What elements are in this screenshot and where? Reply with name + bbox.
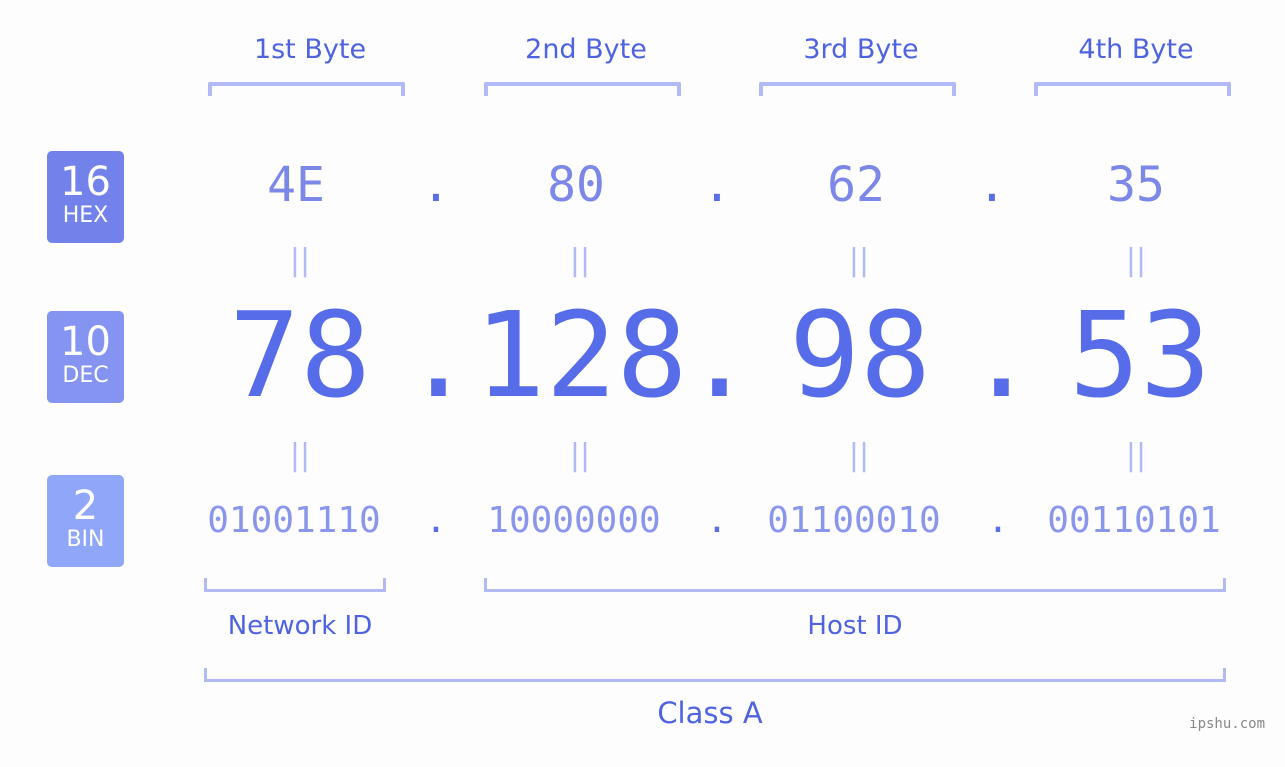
byte-bracket-2 xyxy=(484,82,681,96)
hex-separator-2: . xyxy=(702,157,732,213)
equals-icon: || xyxy=(1125,243,1147,278)
dec-value-3: 98 xyxy=(788,286,932,424)
dec-badge-number: 10 xyxy=(60,319,111,365)
bin-value-3: 01100010 xyxy=(767,500,941,541)
bin-value-2: 10000000 xyxy=(487,500,661,541)
byte-label-2: 2nd Byte xyxy=(525,34,647,65)
host-id-label: Host ID xyxy=(807,611,903,641)
dec-value-2: 128 xyxy=(474,286,688,424)
equals-icon: || xyxy=(569,438,591,473)
class-label: Class A xyxy=(657,696,763,730)
equals-icon: || xyxy=(289,243,311,278)
equals-icon: || xyxy=(569,243,591,278)
dec-value-1: 78 xyxy=(228,286,372,424)
bin-badge: 2 BIN xyxy=(47,475,124,567)
hex-value-2: 80 xyxy=(547,157,605,213)
hex-separator-1: . xyxy=(421,157,451,213)
network-id-label: Network ID xyxy=(227,611,373,641)
bin-value-1: 01001110 xyxy=(207,500,381,541)
bin-badge-label: BIN xyxy=(66,527,105,552)
byte-label-3: 3rd Byte xyxy=(803,34,919,65)
hex-badge: 16 HEX xyxy=(47,151,124,243)
bin-badge-number: 2 xyxy=(72,483,99,529)
hex-value-1: 4E xyxy=(267,157,325,213)
equals-icon: || xyxy=(848,243,870,278)
equals-icon: || xyxy=(848,438,870,473)
hex-separator-3: . xyxy=(977,157,1007,213)
byte-label-4: 4th Byte xyxy=(1078,34,1194,65)
equals-icon: || xyxy=(289,438,311,473)
byte-bracket-3 xyxy=(759,82,956,96)
byte-bracket-1 xyxy=(208,82,405,96)
dec-badge: 10 DEC xyxy=(47,311,124,403)
equals-icon: || xyxy=(1125,438,1147,473)
dec-value-4: 53 xyxy=(1068,286,1212,424)
hex-value-4: 35 xyxy=(1107,157,1165,213)
watermark: ipshu.com xyxy=(1189,716,1265,732)
class-bracket xyxy=(204,668,1226,682)
network-id-bracket xyxy=(204,578,386,592)
hex-value-3: 62 xyxy=(827,157,885,213)
host-id-bracket xyxy=(484,578,1226,592)
byte-label-1: 1st Byte xyxy=(253,34,367,65)
hex-badge-label: HEX xyxy=(62,203,109,228)
byte-bracket-4 xyxy=(1034,82,1231,96)
dec-badge-label: DEC xyxy=(62,363,109,388)
bin-value-4: 00110101 xyxy=(1047,500,1221,541)
hex-badge-number: 16 xyxy=(60,159,111,205)
